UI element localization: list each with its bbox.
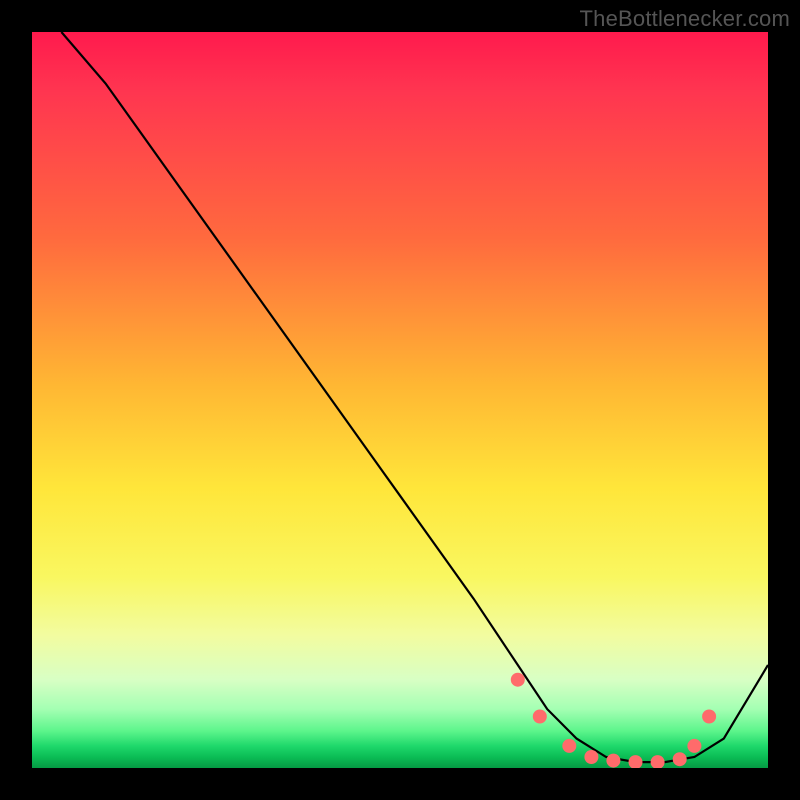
chart-overlay-svg [32,32,768,768]
marker-dot [606,754,620,768]
watermark-text: TheBottlenecker.com [580,6,790,32]
marker-dot [651,755,665,768]
marker-dot [702,710,716,724]
marker-dot [562,739,576,753]
marker-dot [533,710,547,724]
marker-dot [629,755,643,768]
plot-area [32,32,768,768]
bottleneck-curve-line [61,32,768,762]
marker-dot [687,739,701,753]
marker-group [511,673,716,768]
marker-dot [673,752,687,766]
marker-dot [584,750,598,764]
marker-dot [511,673,525,687]
chart-frame: TheBottlenecker.com [0,0,800,800]
